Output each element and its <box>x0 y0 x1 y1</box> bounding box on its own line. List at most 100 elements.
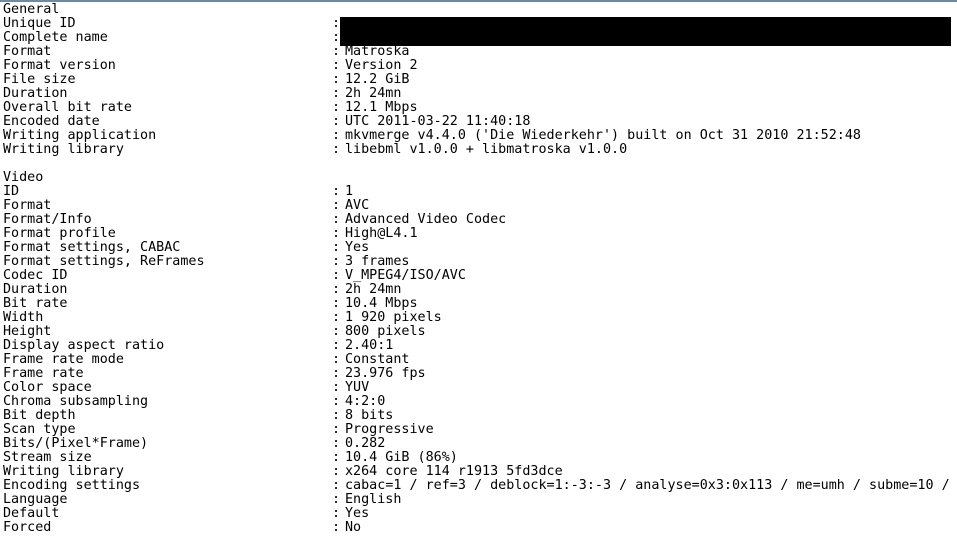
field-value: 23.976 fps <box>345 366 426 381</box>
separator: : <box>332 338 341 353</box>
separator: : <box>332 408 341 423</box>
separator: : <box>332 450 341 465</box>
info-row: Scan type: Progressive <box>3 423 957 437</box>
info-row: Forced: No <box>3 521 957 535</box>
separator: : <box>332 282 341 297</box>
separator: : <box>332 226 341 241</box>
field-value: 2.40:1 <box>345 338 394 353</box>
separator: : <box>332 366 341 381</box>
field-label: Duration <box>3 86 68 101</box>
separator: : <box>332 324 341 339</box>
field-label: Format settings, ReFrames <box>3 254 205 269</box>
separator: : <box>332 86 341 101</box>
info-row: Stream size:10.4 GiB (86%) <box>3 451 957 465</box>
separator: : <box>332 506 341 521</box>
field-value: Advanced Video Codec <box>345 212 507 227</box>
field-value: English <box>345 492 402 507</box>
field-label: Format settings, CABAC <box>3 240 181 255</box>
info-row: Display aspect ratio:2.40:1 <box>3 339 957 353</box>
field-label: Language <box>3 492 68 507</box>
info-row: Encoded date: UTC 2011-03-22 11:40:18 <box>3 115 957 129</box>
separator: : <box>332 16 341 31</box>
info-row: Format: AVC <box>3 199 957 213</box>
field-label: ID <box>3 184 20 199</box>
separator: : <box>332 436 341 451</box>
field-value: Version 2 <box>345 58 418 73</box>
separator: : <box>332 114 341 129</box>
field-value: 1 920 pixels <box>345 310 442 325</box>
field-label: Format version <box>3 58 116 73</box>
separator: : <box>332 142 341 157</box>
field-label: Default <box>3 506 60 521</box>
field-value: 10.4 GiB (86%) <box>345 450 458 465</box>
info-row: Format settings, ReFrames:3 frames <box>3 255 957 269</box>
separator: : <box>332 268 341 283</box>
info-row: Writing library: x264 core 114 r1913 5fd3… <box>3 465 957 479</box>
separator: : <box>332 58 341 73</box>
field-value: No <box>345 520 362 535</box>
info-row: Format/Info: Advanced Video Codec <box>3 213 957 227</box>
field-label: Encoded date <box>3 114 100 129</box>
field-label: Chroma subsampling <box>3 394 149 409</box>
field-label: Frame rate <box>3 366 84 381</box>
field-value: 3 frames <box>345 254 410 269</box>
field-value: 0.282 <box>345 436 386 451</box>
field-label: Format <box>3 198 52 213</box>
field-label: Stream size <box>3 450 92 465</box>
info-row: Width:1 920 pixels <box>3 311 957 325</box>
info-row: Default: Yes <box>3 507 957 521</box>
separator: : <box>332 184 341 199</box>
field-label: Color space <box>3 380 92 395</box>
field-label: Unique ID <box>3 16 76 31</box>
field-label: Writing library <box>3 142 124 157</box>
separator: : <box>332 198 341 213</box>
info-row: Format profile: High@L4.1 <box>3 227 957 241</box>
section-title: General <box>3 2 60 17</box>
field-value: 12.2 GiB <box>345 72 410 87</box>
field-value: 10.4 Mbps <box>345 296 418 311</box>
separator: : <box>332 240 341 255</box>
info-row: Color space: YUV <box>3 381 957 395</box>
field-label: Format/Info <box>3 212 92 227</box>
field-label: Format <box>3 44 52 59</box>
info-row: File size:12.2 GiB <box>3 73 957 87</box>
separator: : <box>332 44 341 59</box>
field-label: Height <box>3 324 52 339</box>
info-row: Format: Matroska <box>3 45 957 59</box>
info-row: Format settings, CABAC: Yes <box>3 241 957 255</box>
redacted-block <box>340 17 951 46</box>
field-label: Overall bit rate <box>3 100 132 115</box>
section-title: Video <box>3 170 44 185</box>
info-row: Bit depth:8 bits <box>3 409 957 423</box>
field-label: Width <box>3 310 44 325</box>
separator: : <box>332 352 341 367</box>
field-label: Scan type <box>3 422 76 437</box>
info-row: Height:800 pixels <box>3 325 957 339</box>
separator: : <box>332 464 341 479</box>
info-row: Overall bit rate:12.1 Mbps <box>3 101 957 115</box>
field-value: AVC <box>345 198 370 213</box>
field-value: Yes <box>345 506 370 521</box>
field-value: 2h 24mn <box>345 86 402 101</box>
info-row: Frame rate mode: Constant <box>3 353 957 367</box>
field-value: 4:2:0 <box>345 394 386 409</box>
separator: : <box>332 254 341 269</box>
info-row: Frame rate:23.976 fps <box>3 367 957 381</box>
field-label: Display aspect ratio <box>3 338 165 353</box>
field-label: File size <box>3 72 76 87</box>
field-label: Complete name <box>3 30 108 45</box>
field-value: 12.1 Mbps <box>345 100 418 115</box>
field-label: Bit depth <box>3 408 76 423</box>
field-label: Forced <box>3 520 52 535</box>
info-row: Bits/(Pixel*Frame):0.282 <box>3 437 957 451</box>
field-value: High@L4.1 <box>345 226 418 241</box>
info-row: ID:1 <box>3 185 957 199</box>
separator: : <box>332 30 341 45</box>
separator: : <box>332 394 341 409</box>
info-row: Writing library: libebml v1.0.0 + libmatr… <box>3 143 957 157</box>
field-label: Frame rate mode <box>3 352 124 367</box>
field-value: Constant <box>345 352 410 367</box>
field-value: Yes <box>345 240 370 255</box>
field-value: YUV <box>345 380 370 395</box>
field-value: 8 bits <box>345 408 394 423</box>
